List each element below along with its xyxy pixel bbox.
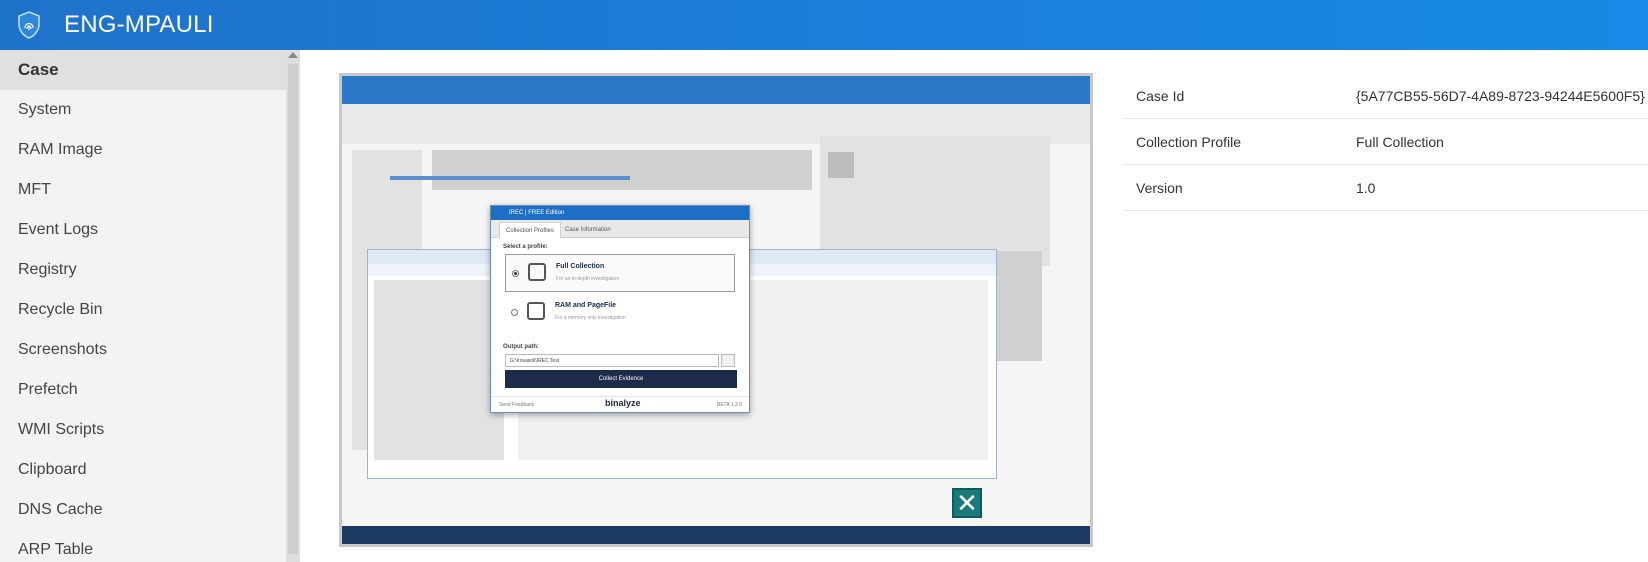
- radio-icon: [512, 270, 519, 277]
- collect-evidence-button: Collect Evidence: [505, 370, 737, 388]
- case-id-value: {5A77CB55-56D7-4A89-8723-94244E5600F5}: [1356, 88, 1645, 104]
- sidebar-item-event-logs[interactable]: Event Logs: [0, 210, 286, 250]
- select-profile-label: Select a profile:: [503, 244, 548, 250]
- version-value: 1.0: [1356, 180, 1376, 196]
- sidebar: Case System RAM Image MFT Event Logs Reg…: [0, 50, 300, 562]
- blurred-panel: [432, 150, 812, 190]
- tab-case-information: Case Information: [565, 227, 611, 233]
- radio-icon: [511, 309, 518, 316]
- case-id-row: Case Id {5A77CB55-56D7-4A89-8723-94244E5…: [1124, 73, 1648, 119]
- option-desc: For a memory only investigation: [555, 315, 626, 321]
- sidebar-item-system[interactable]: System: [0, 90, 286, 130]
- page-title: ENG-MPAULI: [64, 11, 214, 38]
- sidebar-scrollbar[interactable]: [286, 50, 300, 562]
- sidebar-item-screenshots[interactable]: Screenshots: [0, 330, 286, 370]
- version-row: Version 1.0: [1124, 165, 1648, 211]
- blurred-panel: [992, 251, 1042, 361]
- brand-logo: binalyze: [605, 398, 641, 408]
- blurred-avatar: [828, 152, 854, 178]
- scroll-up-icon[interactable]: [288, 52, 298, 58]
- sidebar-item-wmi-scripts[interactable]: WMI Scripts: [0, 410, 286, 450]
- option-ram-pagefile: RAM and PageFile For a memory only inves…: [505, 294, 735, 332]
- memory-chip-icon: [527, 302, 545, 320]
- blurred-panel: [820, 136, 1050, 266]
- case-id-label: Case Id: [1136, 88, 1185, 104]
- folder-icon: [721, 354, 735, 367]
- app-header: ENG-MPAULI: [0, 0, 1648, 50]
- close-x-icon: ✕: [952, 488, 982, 518]
- dialog-footer: Send Feedback binalyze BETA 1.2.0: [491, 396, 749, 412]
- sidebar-nav: Case System RAM Image MFT Event Logs Reg…: [0, 50, 286, 562]
- sidebar-item-mft[interactable]: MFT: [0, 170, 286, 210]
- option-title: RAM and PageFile: [555, 302, 617, 309]
- sidebar-item-case[interactable]: Case: [0, 50, 286, 90]
- screenshot-titlebar: [342, 76, 1090, 104]
- output-path-field: G:\Irovasoli\IREC Test: [505, 354, 719, 367]
- case-info-table: Case Id {5A77CB55-56D7-4A89-8723-94244E5…: [1124, 73, 1648, 211]
- screenshot-taskbar: [342, 526, 1090, 544]
- sidebar-item-recycle-bin[interactable]: Recycle Bin: [0, 290, 286, 330]
- option-desc: For an in-depth investigation: [556, 276, 620, 282]
- send-feedback-link: Send Feedback: [499, 402, 535, 408]
- dialog-tabs: Collection Profiles Case Information: [491, 220, 749, 238]
- version-label: BETA 1.2.0: [717, 402, 742, 408]
- sidebar-item-dns-cache[interactable]: DNS Cache: [0, 490, 286, 530]
- fingerprint-shield-icon: [14, 10, 44, 40]
- drive-icon: [528, 263, 546, 281]
- sidebar-item-ram-image[interactable]: RAM Image: [0, 130, 286, 170]
- sidebar-item-arp-table[interactable]: ARP Table: [0, 530, 286, 562]
- explorer-tree: [374, 280, 504, 460]
- sidebar-item-clipboard[interactable]: Clipboard: [0, 450, 286, 490]
- sidebar-item-prefetch[interactable]: Prefetch: [0, 370, 286, 410]
- scroll-thumb[interactable]: [288, 64, 298, 554]
- collection-profile-value: Full Collection: [1356, 134, 1444, 150]
- output-path-label: Output path:: [503, 344, 539, 350]
- version-label: Version: [1136, 180, 1183, 196]
- option-full-collection: Full Collection For an in-depth investig…: [505, 254, 735, 292]
- blurred-bar: [390, 176, 630, 180]
- tab-collection-profiles: Collection Profiles: [499, 222, 562, 238]
- dialog-title: IREC | FREE Edition: [491, 206, 749, 220]
- collection-profile-label: Collection Profile: [1136, 134, 1242, 150]
- screenshot-image[interactable]: IREC | FREE Edition Collection Profiles …: [339, 73, 1093, 547]
- collection-profile-row: Collection Profile Full Collection: [1124, 119, 1648, 165]
- irec-dialog: IREC | FREE Edition Collection Profiles …: [490, 205, 750, 413]
- sidebar-item-registry[interactable]: Registry: [0, 250, 286, 290]
- option-title: Full Collection: [556, 263, 605, 270]
